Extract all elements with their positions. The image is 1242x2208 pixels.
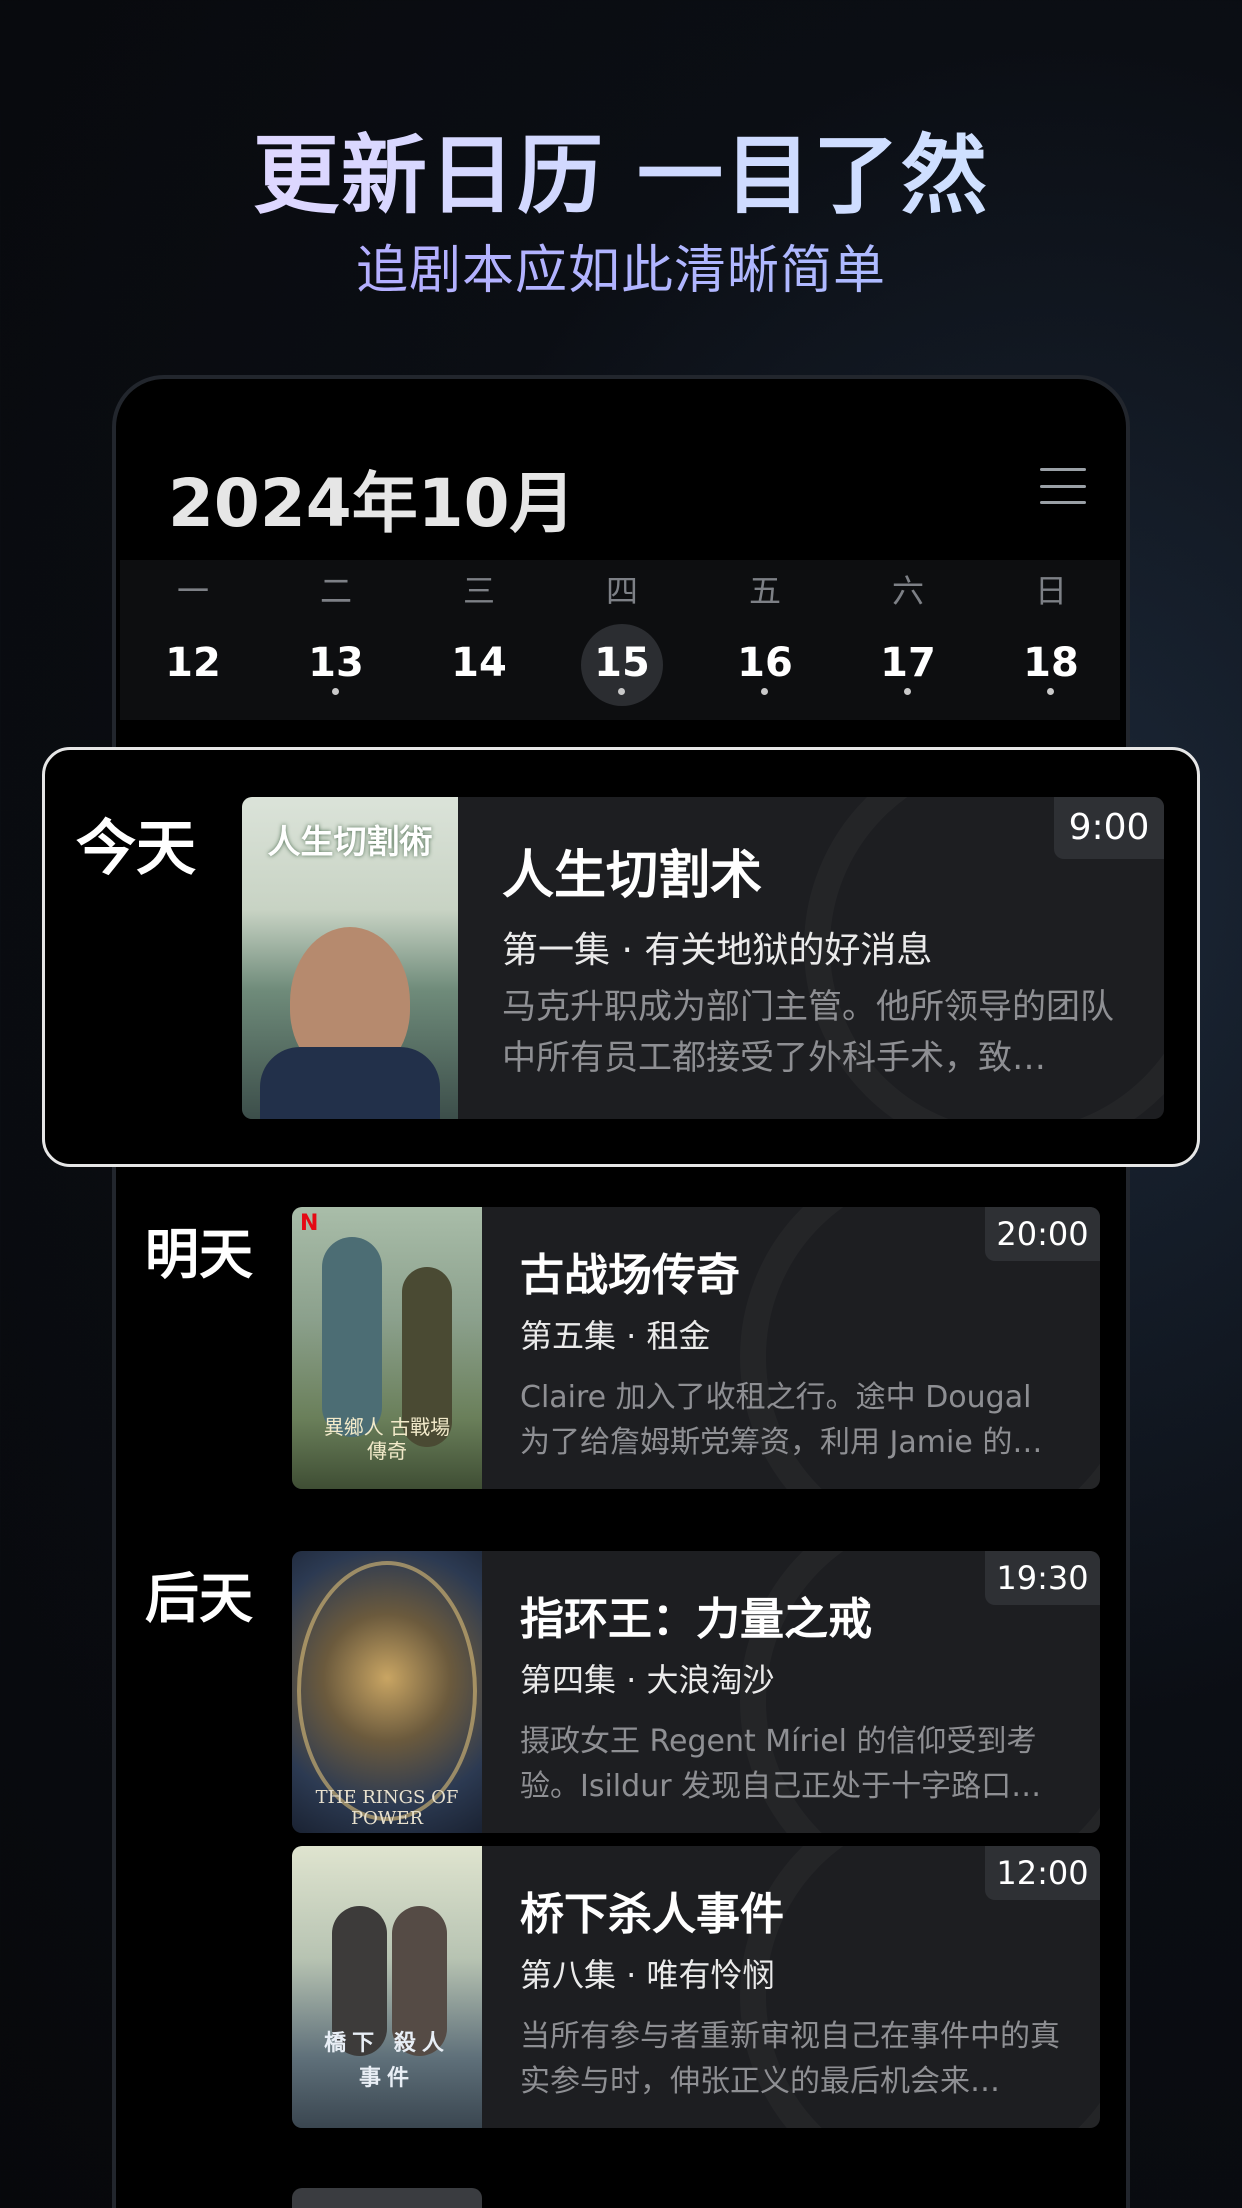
poster-figure-left — [322, 1237, 382, 1437]
air-time-badge: 20:00 — [985, 1207, 1100, 1261]
show-episode: 第五集 · 租金 — [520, 1317, 711, 1355]
air-time-badge: 19:30 — [985, 1551, 1100, 1605]
show-card[interactable]: 橋下 殺人事件 桥下杀人事件 第八集 · 唯有怜悯 当所有参与者重新审视自己在事… — [292, 1846, 1100, 2128]
episode-dot — [1047, 688, 1054, 695]
show-card[interactable]: N 異鄉人 古戰場傳奇 古战场传奇 第五集 · 租金 Claire 加入了收租之… — [292, 1207, 1100, 1489]
calendar-day[interactable]: 13 — [286, 640, 386, 686]
weekday-label: 三 — [462, 572, 495, 610]
poster-ring-circle — [297, 1561, 477, 1821]
calendar-day[interactable]: 12 — [143, 640, 243, 686]
calendar-day[interactable]: 16 — [715, 640, 815, 686]
calendar-day[interactable]: 14 — [429, 640, 529, 686]
weekday-label: 四 — [605, 572, 638, 610]
show-description: 当所有参与者重新审视自己在事件中的真实参与时，伸张正义的最后机会来… — [520, 2019, 1060, 2099]
air-time-badge: 12:00 — [985, 1846, 1100, 1900]
poster-severance: 人生切割術 — [242, 797, 458, 1119]
weekday-label: 日 — [1034, 572, 1067, 610]
show-description: Claire 加入了收租之行。途中 Dougal 为了给詹姆斯党筹资，利用 Ja… — [520, 1380, 1043, 1460]
poster-under-the-bridge: 橋下 殺人事件 — [292, 1846, 482, 2128]
next-poster-peek — [292, 2188, 482, 2208]
poster-title: 人生切割術 — [267, 822, 433, 861]
poster-title: 橋下 殺人事件 — [324, 2031, 450, 2092]
weekday-label: 六 — [891, 572, 924, 610]
show-title: 人生切割术 — [502, 846, 763, 906]
month-title: 2024年10月 — [168, 465, 576, 542]
show-episode: 第四集 · 大浪淘沙 — [520, 1661, 775, 1699]
day-label-day-after: 后天 — [145, 1567, 253, 1630]
day-label-tomorrow: 明天 — [145, 1223, 253, 1286]
show-title: 桥下杀人事件 — [520, 1889, 784, 1940]
poster-suit — [260, 1047, 440, 1119]
show-episode: 第八集 · 唯有怜悯 — [520, 1956, 775, 1994]
show-description: 马克升职成为部门主管。他所领导的团队中所有员工都接受了外科手术，致… — [502, 987, 1114, 1078]
poster-title: THE RINGS OF POWER — [315, 1787, 459, 1829]
air-time-badge: 9:00 — [1054, 797, 1164, 859]
calendar-day[interactable]: 15 — [572, 640, 672, 686]
episode-dot — [332, 688, 339, 695]
day-label-today: 今天 — [76, 814, 196, 884]
menu-icon[interactable] — [1040, 468, 1086, 504]
poster-rings-of-power: THE RINGS OF POWER — [292, 1551, 482, 1833]
episode-dot — [904, 688, 911, 695]
weekday-label: 五 — [748, 572, 781, 610]
episode-dot — [618, 688, 625, 695]
calendar-day[interactable]: 18 — [1001, 640, 1101, 686]
show-title: 古战场传奇 — [520, 1250, 740, 1301]
poster-title: 異鄉人 古戰場傳奇 — [323, 1415, 451, 1463]
hero-title: 更新日历 一目了然 — [0, 105, 1242, 230]
show-card[interactable]: 人生切割術 人生切割术 第一集 · 有关地狱的好消息 马克升职成为部门主管。他所… — [242, 797, 1164, 1119]
show-card[interactable]: THE RINGS OF POWER 指环王：力量之戒 第四集 · 大浪淘沙 摄… — [292, 1551, 1100, 1833]
weekday-label: 二 — [319, 572, 352, 610]
show-title: 指环王：力量之戒 — [520, 1594, 872, 1645]
netflix-badge: N — [300, 1211, 319, 1236]
episode-dot — [761, 688, 768, 695]
hero-subtitle: 追剧本应如此清晰简单 — [0, 228, 1242, 303]
show-description: 摄政女王 Regent Míriel 的信仰受到考验。Isildur 发现自己正… — [520, 1724, 1042, 1804]
show-episode: 第一集 · 有关地狱的好消息 — [502, 930, 933, 971]
poster-outlander: N 異鄉人 古戰場傳奇 — [292, 1207, 482, 1489]
weekday-label: 一 — [176, 572, 209, 610]
calendar-day[interactable]: 17 — [858, 640, 958, 686]
